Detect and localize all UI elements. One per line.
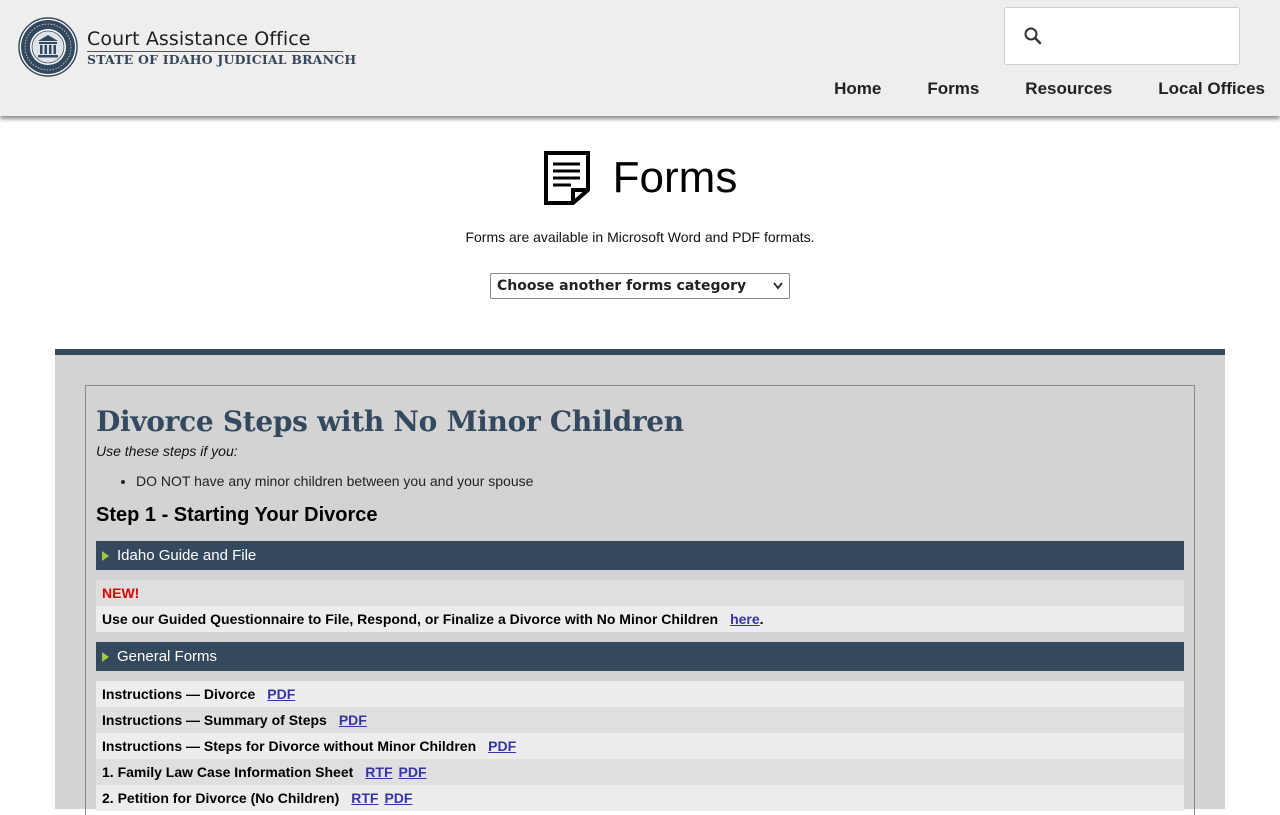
pdf-link[interactable]: PDF <box>339 712 367 728</box>
table-row: 2. Petition for Divorce (No Children) RTF… <box>96 785 1184 811</box>
table-row: Use our Guided Questionnaire to File, Re… <box>96 606 1184 632</box>
pdf-link[interactable]: PDF <box>384 790 412 806</box>
new-badge: NEW! <box>102 585 140 601</box>
expand-arrow-icon <box>102 551 109 561</box>
use-steps-note: Use these steps if you: <box>96 443 238 459</box>
form-label: 1. Family Law Case Information Sheet <box>102 764 354 780</box>
step-heading: Step 1 - Starting Your Divorce <box>96 504 378 526</box>
nav-home[interactable]: Home <box>834 79 881 99</box>
guided-tail: . <box>759 611 764 627</box>
table-row: Instructions — Steps for Divorce without… <box>96 733 1184 759</box>
section-toggle-guide-and-file[interactable]: Idaho Guide and File <box>96 541 1184 570</box>
page-title-area: Forms <box>0 150 1280 206</box>
form-label: Instructions — Divorce <box>102 686 256 702</box>
chevron-down-icon <box>773 282 783 290</box>
rtf-link[interactable]: RTF <box>365 764 392 780</box>
search-input[interactable] <box>1053 18 1231 56</box>
guided-text: Use our Guided Questionnaire to File, Re… <box>102 611 719 627</box>
forms-panel: Divorce Steps with No Minor Children Use… <box>55 349 1225 815</box>
forms-intro: Forms are available in Microsoft Word an… <box>465 229 815 245</box>
form-label: Instructions — Steps for Divorce without… <box>102 738 477 754</box>
document-icon <box>543 151 590 205</box>
forms-category-select[interactable]: Choose another forms category <box>490 273 790 299</box>
form-label: Instructions — Summary of Steps <box>102 712 327 728</box>
pdf-link[interactable]: PDF <box>267 686 295 702</box>
criteria-item: DO NOT have any minor children between y… <box>136 473 533 489</box>
table-row: Instructions — Summary of Steps PDF <box>96 707 1184 733</box>
table-row: Instructions — Divorce PDF <box>96 681 1184 707</box>
main-nav: Home Forms Resources Local Offices <box>788 79 1265 99</box>
section-toggle-label: General Forms <box>117 648 218 665</box>
form-label: 2. Petition for Divorce (No Children) <box>102 790 340 806</box>
search-box[interactable] <box>1004 7 1240 65</box>
section-heading: Divorce Steps with No Minor Children <box>96 405 684 438</box>
idaho-judicial-seal-icon[interactable] <box>18 17 78 77</box>
forms-category-value: Choose another forms category <box>497 278 747 294</box>
page-title: Forms <box>612 153 738 202</box>
brand[interactable]: Court Assistance Office STATE OF IDAHO J… <box>87 28 356 68</box>
pdf-link[interactable]: PDF <box>399 764 427 780</box>
section-toggle-label: Idaho Guide and File <box>117 547 257 564</box>
expand-arrow-icon <box>102 652 109 662</box>
table-row: 1. Family Law Case Information Sheet RTF P… <box>96 759 1184 785</box>
forms-card: Divorce Steps with No Minor Children Use… <box>85 385 1195 815</box>
rtf-link[interactable]: RTF <box>351 790 378 806</box>
nav-resources[interactable]: Resources <box>1025 79 1112 99</box>
pdf-link[interactable]: PDF <box>488 738 516 754</box>
guided-link[interactable]: here <box>730 611 760 627</box>
section-toggle-general-forms[interactable]: General Forms <box>96 642 1184 671</box>
brand-subtitle: STATE OF IDAHO JUDICIAL BRANCH <box>87 52 357 67</box>
criteria-list: DO NOT have any minor children between y… <box>136 473 533 489</box>
site-header: Court Assistance Office STATE OF IDAHO J… <box>0 0 1280 116</box>
brand-title: Court Assistance Office <box>87 28 311 50</box>
nav-forms[interactable]: Forms <box>927 79 979 99</box>
nav-local-offices[interactable]: Local Offices <box>1158 79 1265 99</box>
table-row: NEW! <box>96 580 1184 606</box>
search-icon <box>1024 27 1042 45</box>
